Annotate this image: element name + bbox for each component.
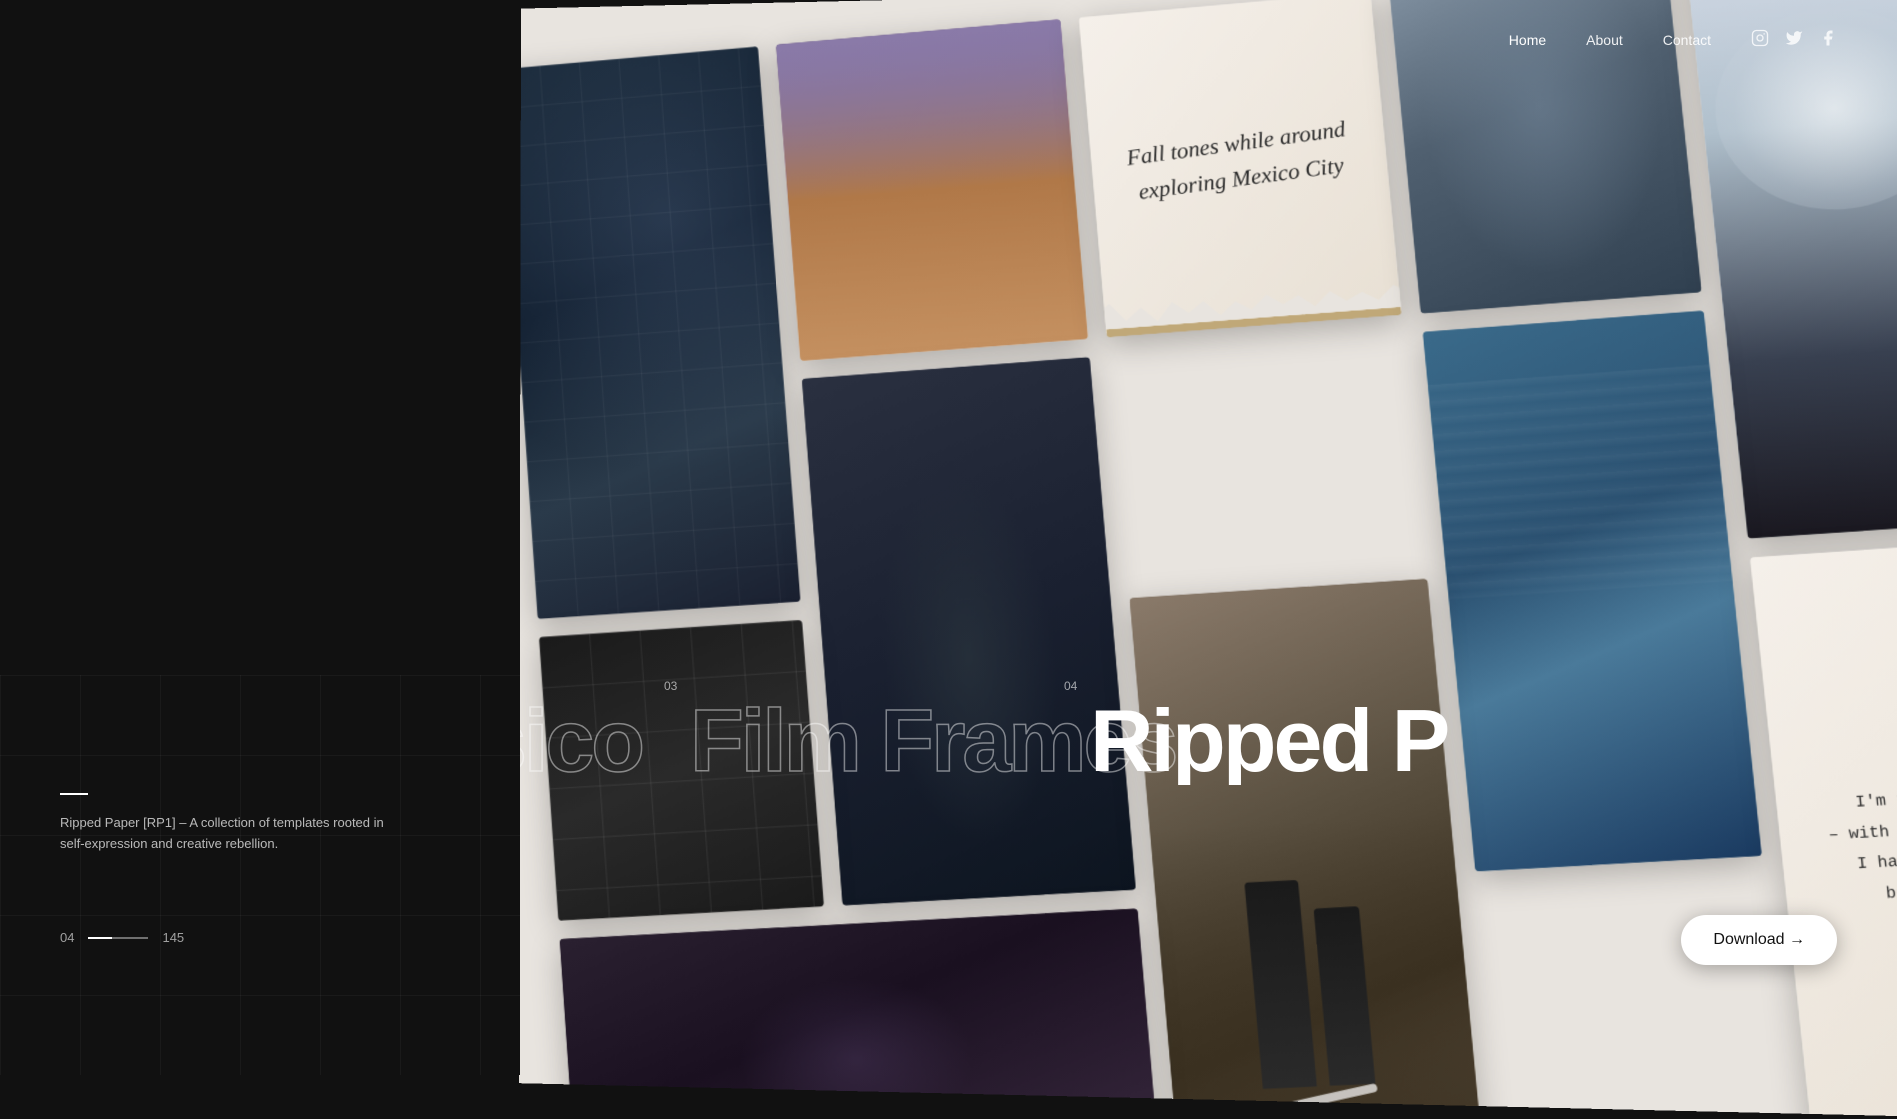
desc-dash (60, 793, 88, 795)
nav-contact[interactable]: Contact (1663, 32, 1711, 48)
nav-home[interactable]: Home (1509, 32, 1546, 48)
nav-about[interactable]: About (1586, 32, 1623, 48)
description-block: Ripped Paper [RP1] – A collection of tem… (60, 793, 400, 855)
left-panel: Ripped Paper [RP1] – A collection of tem… (0, 0, 520, 1075)
download-button-label: Download → (1713, 931, 1805, 949)
page-bar (88, 937, 148, 939)
cities-text: I'm in love– with the citiesI have never… (1824, 780, 1897, 912)
template-4-num: 04 (1060, 679, 1077, 693)
pagination: 04 145 (60, 930, 184, 945)
page-current: 04 (60, 930, 74, 945)
nav-links: Home About Contact (1509, 32, 1711, 48)
facebook-icon[interactable] (1819, 29, 1837, 52)
template-4[interactable]: 04 Ripped P (1060, 679, 1560, 785)
photo-card-cities-text: I'm in love– with the citiesI have never… (1750, 540, 1897, 1119)
photo-card-ocean-blue (1423, 311, 1762, 872)
twitter-icon[interactable] (1785, 29, 1803, 52)
template-3[interactable]: 03 Film Frames (660, 679, 1060, 785)
desc-text: Ripped Paper [RP1] – A collection of tem… (60, 813, 400, 855)
photo-card-underwater (519, 46, 801, 619)
page-total: 145 (162, 930, 184, 945)
photo-card-dark-person (802, 357, 1136, 905)
template-3-num: 03 (660, 679, 677, 693)
template-4-name: Ripped P (1060, 697, 1477, 785)
instagram-icon[interactable] (1751, 29, 1769, 52)
social-icons (1751, 29, 1837, 52)
download-button[interactable]: Download → (1681, 915, 1837, 965)
page-bar-fill (88, 937, 112, 939)
navbar: Home About Contact (0, 0, 1897, 80)
photo-card-dark-abstract (560, 908, 1162, 1118)
photo-card-surfers (1130, 579, 1485, 1119)
